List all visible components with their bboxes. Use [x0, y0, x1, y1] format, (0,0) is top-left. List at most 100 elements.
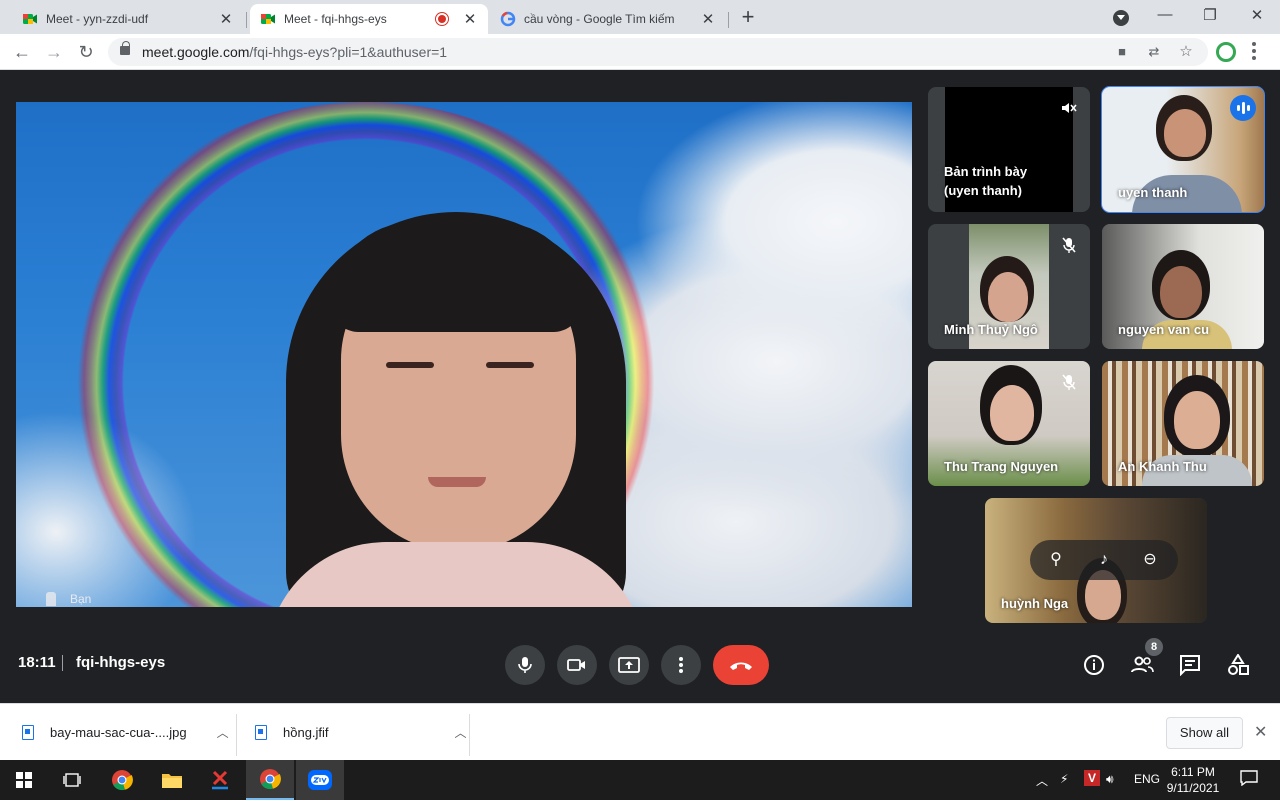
browser-toolbar: ← → ↻ meet.google.com/fqi-hhgs-eys?pli=1…: [0, 34, 1280, 70]
tab-google-search[interactable]: cầu vòng - Google Tìm kiếm ✕: [490, 4, 726, 34]
participant-tile-an-khanh-thu[interactable]: An Khanh Thu: [1102, 361, 1264, 486]
participant-tile-nguyen-van-cu[interactable]: nguyen van cu: [1102, 224, 1264, 349]
tile-hover-controls: ⚲ ♪ ⊖: [1030, 540, 1178, 580]
close-tab-icon[interactable]: ✕: [700, 10, 716, 28]
back-icon[interactable]: ←: [10, 40, 34, 64]
people-icon: [1131, 656, 1154, 673]
present-screen-button[interactable]: [609, 645, 649, 685]
address-bar[interactable]: meet.google.com/fqi-hhgs-eys?pli=1&authu…: [108, 38, 1208, 66]
close-shelf-icon[interactable]: ✕: [1254, 722, 1267, 742]
windows-logo-icon: [16, 772, 32, 788]
chrome-menu-icon[interactable]: [1252, 42, 1256, 60]
taskbar-chrome[interactable]: [98, 760, 146, 800]
mic-off-icon: [1062, 237, 1076, 253]
main-video-tile[interactable]: Bạn: [16, 102, 912, 607]
hang-up-icon: [730, 662, 752, 670]
participant-face: [1160, 266, 1202, 318]
system-clock[interactable]: 6:11 PM 9/11/2021: [1160, 764, 1226, 796]
more-options-button[interactable]: [661, 645, 701, 685]
taskbar-file-explorer[interactable]: [148, 760, 196, 800]
camera-in-use-icon[interactable]: ■: [1114, 44, 1130, 60]
minimize-icon[interactable]: —: [1153, 6, 1177, 23]
people-button[interactable]: [1129, 652, 1155, 678]
eye: [486, 362, 534, 368]
close-tab-icon[interactable]: ✕: [218, 10, 234, 28]
chat-button[interactable]: [1177, 652, 1203, 678]
leave-call-button[interactable]: [713, 645, 769, 685]
participant-face: [988, 272, 1028, 322]
close-tab-icon[interactable]: ✕: [462, 10, 478, 28]
windows-taskbar: ︿ ⚡ V 🔊︎ ENG 6:11 PM 9/11/2021: [0, 760, 1280, 800]
meeting-details-button[interactable]: [1081, 652, 1107, 678]
camera-button[interactable]: [557, 645, 597, 685]
participant-name: Bản trình bày (uyen thanh): [944, 164, 1028, 198]
camera-icon: [567, 659, 585, 671]
bookmark-star-icon[interactable]: ☆: [1178, 44, 1194, 60]
forward-icon[interactable]: →: [42, 40, 66, 64]
taskbar-app-download[interactable]: [196, 760, 244, 800]
antivirus-icon[interactable]: V: [1084, 770, 1100, 786]
participant-name: Thu Trang Nguyen: [944, 459, 1059, 474]
chrome-icon: [112, 770, 133, 791]
tab-meet-fqi[interactable]: Meet - fqi-hhgs-eys ✕: [250, 4, 488, 34]
reload-icon[interactable]: ↻: [74, 40, 98, 64]
microphone-button[interactable]: [505, 645, 545, 685]
activities-icon: [1228, 654, 1249, 675]
new-tab-button[interactable]: +: [738, 6, 758, 28]
download-shelf: bay-mau-sac-cua-....jpg ︿ hồng.jfif ︿ Sh…: [0, 703, 1280, 760]
profile-avatar[interactable]: [1216, 42, 1236, 62]
participant-count-badge: 8: [1145, 638, 1163, 656]
notifications-icon[interactable]: [1240, 770, 1258, 789]
close-window-icon[interactable]: ✕: [1245, 6, 1269, 24]
volume-icon[interactable]: 🔊︎: [1106, 772, 1114, 787]
meet-icon: [261, 14, 275, 24]
task-view-button[interactable]: [48, 760, 96, 800]
participant-name: An Khanh Thu: [1118, 459, 1207, 474]
self-label: Bạn: [46, 592, 91, 606]
download-app-icon: [212, 770, 228, 790]
chevron-up-icon[interactable]: ︿: [455, 724, 467, 741]
google-icon: [500, 11, 516, 27]
url-text: meet.google.com/fqi-hhgs-eys?pli=1&authu…: [142, 44, 447, 60]
participant-tile-huynh-nga[interactable]: ⚲ ♪ ⊖ huỳnh Nga: [985, 498, 1207, 623]
restore-icon[interactable]: ❐: [1198, 6, 1222, 24]
clock-date: 9/11/2021: [1166, 781, 1220, 795]
chevron-up-icon[interactable]: ︿: [217, 724, 229, 741]
show-all-downloads-button[interactable]: Show all: [1166, 717, 1243, 749]
participant-face: [990, 385, 1034, 441]
tab-meet-yyn[interactable]: Meet - yyn-zzdi-udf ✕: [12, 4, 244, 34]
participant-tile-minh-thuy-ngo[interactable]: Minh Thuỷ Ngô: [928, 224, 1090, 349]
recording-icon: [436, 13, 448, 25]
network-icon[interactable]: ⚡: [1060, 772, 1068, 786]
lock-icon[interactable]: [120, 41, 130, 55]
input-language[interactable]: ENG: [1134, 772, 1160, 786]
participant-tile-thu-trang-nguyen[interactable]: Thu Trang Nguyen: [928, 361, 1090, 486]
chrome-icon: [260, 769, 281, 790]
download-item[interactable]: bay-mau-sac-cua-....jpg ︿: [22, 714, 229, 750]
participant-face: [1164, 109, 1206, 157]
pin-icon[interactable]: [46, 592, 56, 606]
start-button[interactable]: [0, 760, 48, 800]
url-host: meet.google.com: [142, 44, 250, 60]
tray-overflow-icon[interactable]: ︿: [1036, 772, 1048, 789]
pin-icon[interactable]: ⚲: [1046, 550, 1066, 570]
remove-participant-icon[interactable]: ⊖: [1140, 550, 1160, 570]
participant-tile-uyen-thanh[interactable]: uyen thanh: [1101, 86, 1265, 213]
tab-search-icon[interactable]: [1113, 10, 1129, 26]
image-file-icon: [22, 724, 34, 740]
more-vert-icon: [679, 657, 683, 673]
taskbar-zalo[interactable]: [296, 760, 344, 800]
divider: [236, 714, 237, 756]
mute-participant-icon[interactable]: ♪: [1094, 550, 1114, 570]
taskbar-chrome-active[interactable]: [246, 760, 294, 800]
participant-name: huỳnh Nga: [1001, 596, 1069, 611]
download-filename: bay-mau-sac-cua-....jpg: [50, 724, 187, 740]
translate-icon[interactable]: ⇄: [1146, 44, 1162, 60]
eye: [386, 362, 434, 368]
participant-tile-presentation[interactable]: Bản trình bày (uyen thanh): [928, 87, 1090, 212]
tab-strip: Meet - yyn-zzdi-udf ✕ Meet - fqi-hhgs-ey…: [0, 0, 1280, 34]
download-filename: hồng.jfif: [283, 724, 329, 740]
download-item[interactable]: hồng.jfif ︿: [255, 714, 467, 750]
participant-video: [246, 212, 666, 607]
activities-button[interactable]: [1225, 652, 1251, 678]
